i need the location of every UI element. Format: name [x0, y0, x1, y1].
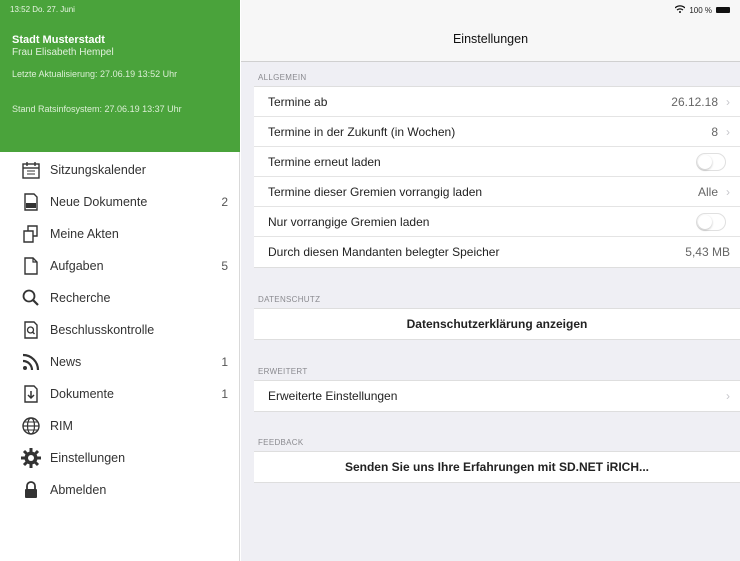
row-label: Termine dieser Gremien vorrangig laden [268, 184, 483, 199]
stand-info: Stand Ratsinfosystem: 27.06.19 13:37 Uhr [12, 104, 182, 114]
download-document-icon [20, 384, 42, 404]
row-value: 8 [711, 124, 718, 139]
row-label: Termine erneut laden [268, 154, 381, 169]
resolution-check-icon [20, 320, 42, 340]
chevron-right-icon: › [726, 389, 730, 403]
last-update-info: Letzte Aktualisierung: 27.06.19 13:52 Uh… [12, 69, 178, 79]
sidebar-item-sitzungskalender[interactable]: Sitzungskalender [0, 154, 240, 186]
row-label: Nur vorrangige Gremien laden [268, 214, 430, 229]
navigation-bar: 100 % Einstellungen [241, 0, 740, 62]
page-title: Einstellungen [452, 32, 529, 46]
row-nur-vorrangige-gremien: Nur vorrangige Gremien laden [254, 207, 740, 237]
calendar-icon [20, 160, 42, 180]
group-feedback: Senden Sie uns Ihre Erfahrungen mit SD.N… [254, 451, 740, 483]
row-label: Senden Sie uns Ihre Erfahrungen mit SD.N… [344, 460, 650, 474]
sidebar-item-label: Sitzungskalender [50, 163, 146, 177]
sidebar-item-label: Neue Dokumente [50, 195, 148, 209]
globe-icon [20, 416, 42, 436]
sidebar-nav: Sitzungskalender Neue Dokumente 2 Meine … [0, 154, 240, 506]
nur-vorrangige-gremien-toggle[interactable] [696, 212, 726, 231]
chevron-right-icon: › [726, 124, 730, 139]
row-gremien-vorrangig[interactable]: Termine dieser Gremien vorrangig laden A… [254, 177, 740, 207]
sidebar-item-label: Einstellungen [50, 451, 126, 465]
row-termine-erneut-laden: Termine erneut laden [254, 147, 740, 177]
row-label: Termine ab [268, 94, 328, 109]
row-label: Termine in der Zukunft (in Wochen) [268, 124, 456, 139]
sidebar-item-label: Aufgaben [50, 259, 104, 273]
sidebar-item-label: News [50, 355, 82, 369]
sidebar-header: 13:52 Do. 27. Juni Stadt Musterstadt Fra… [0, 0, 240, 152]
chevron-right-icon: › [726, 94, 730, 109]
new-document-icon [20, 192, 42, 212]
sidebar-item-news[interactable]: News 1 [0, 346, 240, 378]
termine-erneut-laden-toggle[interactable] [696, 152, 726, 171]
sidebar-item-aufgaben[interactable]: Aufgaben 5 [0, 250, 240, 282]
battery-icon [716, 7, 730, 13]
user-name: Frau Elisabeth Hempel [12, 47, 114, 58]
sidebar-item-label: Abmelden [50, 483, 107, 497]
folders-icon [20, 224, 42, 244]
sidebar-item-count: 1 [221, 387, 228, 401]
sidebar-item-neue-dokumente[interactable]: Neue Dokumente 2 [0, 186, 240, 218]
lock-icon [20, 480, 42, 500]
sidebar-item-label: RIM [50, 419, 73, 433]
section-label-datenschutz: DATENSCHUTZ [258, 295, 321, 304]
search-icon [20, 288, 42, 308]
section-label-erweitert: ERWEITERT [258, 367, 308, 376]
battery-percent: 100 % [689, 5, 712, 15]
group-erweitert: Erweiterte Einstellungen › [254, 380, 740, 412]
city-name: Stadt Musterstadt [12, 34, 105, 46]
gear-icon [20, 448, 42, 468]
row-termine-zukunft[interactable]: Termine in der Zukunft (in Wochen) 8 › [254, 117, 740, 147]
group-datenschutz: Datenschutzerklärung anzeigen [254, 308, 740, 340]
wifi-icon [674, 5, 686, 15]
row-value: 5,43 MB [685, 245, 730, 259]
row-value: Alle [697, 184, 718, 199]
app-window: 13:52 Do. 27. Juni Stadt Musterstadt Fra… [0, 0, 740, 561]
settings-panel: 100 % Einstellungen ALLGEMEIN Termine ab… [241, 0, 740, 561]
privacy-policy-button[interactable]: Datenschutzerklärung anzeigen [254, 309, 740, 339]
sidebar-item-dokumente[interactable]: Dokumente 1 [0, 378, 240, 410]
sidebar-item-count: 5 [221, 259, 228, 273]
row-speicher: Durch diesen Mandanten belegter Speicher… [254, 237, 740, 267]
sidebar-item-meine-akten[interactable]: Meine Akten [0, 218, 240, 250]
sidebar-item-label: Meine Akten [50, 227, 119, 241]
status-indicators: 100 % [674, 5, 730, 15]
sidebar-item-einstellungen[interactable]: Einstellungen [0, 442, 240, 474]
section-label-feedback: FEEDBACK [258, 438, 304, 447]
sidebar-item-label: Beschlusskontrolle [50, 323, 155, 337]
sidebar-item-label: Dokumente [50, 387, 114, 401]
task-icon [20, 256, 42, 276]
status-time-date: 13:52 Do. 27. Juni [10, 5, 75, 14]
sidebar-item-count: 1 [221, 355, 228, 369]
sidebar-item-label: Recherche [50, 291, 111, 305]
group-allgemein: Termine ab 26.12.18 › Termine in der Zuk… [254, 86, 740, 268]
sidebar-item-count: 2 [221, 195, 228, 209]
row-value: 26.12.18 [671, 94, 718, 109]
chevron-right-icon: › [726, 184, 730, 199]
row-label: Datenschutzerklärung anzeigen [406, 317, 588, 331]
sidebar: 13:52 Do. 27. Juni Stadt Musterstadt Fra… [0, 0, 240, 561]
row-termine-ab[interactable]: Termine ab 26.12.18 › [254, 87, 740, 117]
sidebar-item-abmelden[interactable]: Abmelden [0, 474, 240, 506]
row-label: Durch diesen Mandanten belegter Speicher [268, 245, 500, 259]
sidebar-item-recherche[interactable]: Recherche [0, 282, 240, 314]
sidebar-item-beschlusskontrolle[interactable]: Beschlusskontrolle [0, 314, 240, 346]
send-feedback-button[interactable]: Senden Sie uns Ihre Erfahrungen mit SD.N… [254, 452, 740, 482]
section-label-allgemein: ALLGEMEIN [258, 73, 307, 82]
rss-icon [20, 352, 42, 372]
sidebar-item-rim[interactable]: RIM [0, 410, 240, 442]
row-label: Erweiterte Einstellungen [268, 389, 398, 403]
row-erweiterte-einstellungen[interactable]: Erweiterte Einstellungen › [254, 381, 740, 411]
